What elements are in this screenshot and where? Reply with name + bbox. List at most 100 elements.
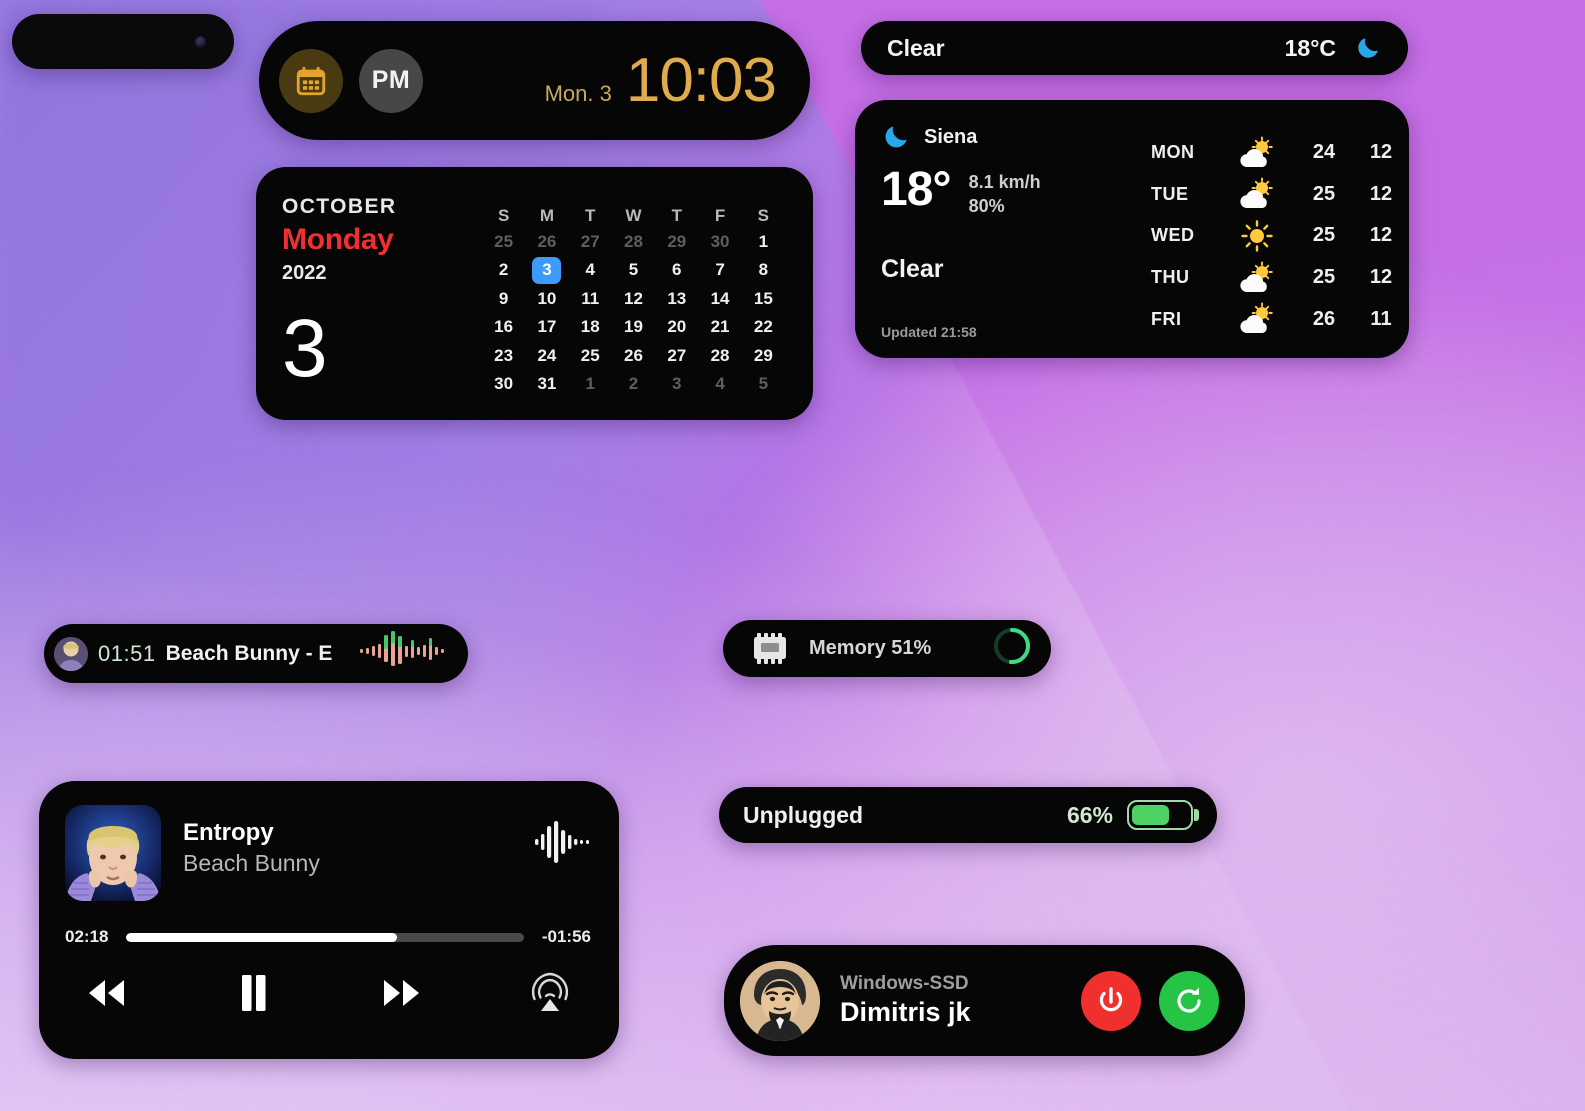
calendar-day-cell[interactable]: 27 [569, 228, 612, 257]
calendar-day-cell[interactable]: 2 [482, 256, 525, 285]
forecast-day-label: WED [1151, 225, 1195, 246]
music-progress-row[interactable]: 02:18 -01:56 [65, 927, 591, 947]
calendar-day-cell[interactable]: 30 [482, 370, 525, 399]
calendar-icon-button[interactable] [279, 48, 343, 113]
airplay-button[interactable] [515, 969, 585, 1017]
calendar-day-cell[interactable]: 31 [525, 370, 568, 399]
partly-cloudy-icon [1240, 261, 1273, 292]
mini-player-thumbnail [54, 636, 88, 671]
forecast-temperature: 18° [881, 163, 952, 216]
calendar-day-cell[interactable]: 27 [655, 342, 698, 371]
calendar-day-cell[interactable]: 8 [742, 256, 785, 285]
calendar-month-grid[interactable]: S M T W T F S 25 26 27 28 29 30 1 2 3 4 5 6 7 8 9 10 11 12 13 14 15… [482, 199, 785, 400]
calendar-day-cell[interactable]: 24 [525, 342, 568, 371]
audio-spectrum-icon [358, 629, 450, 678]
calendar-day-cell[interactable]: 7 [698, 256, 741, 285]
forecast-row: FRI 26 11 [1151, 298, 1407, 340]
mini-player-widget[interactable]: 01:51 Beach Bunny - E [44, 624, 468, 683]
sun-icon [1221, 219, 1293, 253]
user-name: Dimitris jk [840, 997, 971, 1027]
meridiem-badge[interactable]: PM [359, 48, 423, 113]
calendar-day-cell[interactable]: 12 [612, 285, 655, 314]
clock-widget[interactable]: PM Mon. 3 10:03 [259, 21, 810, 140]
calendar-day-cell[interactable]: 4 [569, 256, 612, 285]
calendar-day-cell[interactable]: 30 [698, 228, 741, 257]
calendar-day-cell[interactable]: 13 [655, 285, 698, 314]
battery-status: Unplugged [743, 801, 864, 828]
calendar-day-cell[interactable]: 16 [482, 313, 525, 342]
mini-player-title: Beach Bunny - E [165, 641, 333, 665]
forecast-meta: 8.1 km/h 80% [969, 166, 1041, 219]
forecast-temp-row: 18° 8.1 km/h 80% [881, 166, 1151, 219]
calendar-icon [296, 66, 326, 95]
forecast-widget[interactable]: Siena 18° 8.1 km/h 80% Clear Updated 21:… [855, 100, 1409, 358]
calendar-day-cell[interactable]: 17 [525, 313, 568, 342]
music-player-widget[interactable]: Entropy Beach Bunny 02:18 -01:56 [39, 781, 619, 1059]
forecast-low: 12 [1369, 182, 1393, 205]
pause-button[interactable] [219, 969, 289, 1017]
fast-forward-button[interactable] [367, 969, 437, 1017]
calendar-day-cell[interactable]: 25 [569, 342, 612, 371]
calendar-day-cell[interactable]: 1 [569, 370, 612, 399]
moon-icon [1358, 38, 1378, 58]
user-avatar[interactable] [740, 960, 820, 1041]
calendar-day-cell[interactable]: 28 [698, 342, 741, 371]
weather-bar-widget[interactable]: Clear 18°C [861, 21, 1408, 75]
forecast-low: 11 [1370, 307, 1392, 330]
power-button[interactable] [1081, 970, 1141, 1031]
calendar-day-cell[interactable]: 3 [525, 256, 568, 285]
session-actions[interactable] [1081, 970, 1219, 1031]
partly-cloudy-icon [1221, 177, 1293, 211]
calendar-day-cell[interactable]: 3 [655, 370, 698, 399]
forecast-high: 25 [1312, 266, 1336, 289]
music-progress-bar[interactable] [126, 932, 524, 942]
forecast-low: 12 [1369, 224, 1393, 247]
rewind-button[interactable] [71, 969, 141, 1017]
battery-icon [1127, 800, 1193, 830]
calendar-day-cell[interactable]: 22 [742, 313, 785, 342]
forecast-row: TUE 25 12 [1151, 174, 1407, 216]
forecast-high: 24 [1312, 141, 1336, 164]
calendar-day-cell[interactable]: 4 [698, 370, 741, 399]
partly-cloudy-icon [1240, 302, 1273, 334]
calendar-day-cell[interactable]: 19 [612, 313, 655, 342]
calendar-day-cell[interactable]: 10 [525, 285, 568, 314]
battery-widget[interactable]: Unplugged 66% [719, 787, 1217, 843]
calendar-day-cell[interactable]: 9 [482, 285, 525, 314]
calendar-day-cell[interactable]: 28 [612, 228, 655, 257]
calendar-day-cell[interactable]: 15 [742, 285, 785, 314]
calendar-day-cell[interactable]: 5 [612, 256, 655, 285]
calendar-day-cell[interactable]: 26 [612, 342, 655, 371]
memory-ring-gauge [991, 625, 1033, 672]
forecast-current: Siena 18° 8.1 km/h 80% Clear Updated 21:… [881, 122, 1151, 341]
music-transport-controls[interactable] [65, 969, 591, 1017]
calendar-day-cell[interactable]: 23 [482, 342, 525, 371]
calendar-day-cell[interactable]: 14 [698, 285, 741, 314]
mini-player-elapsed: 01:51 [98, 640, 156, 666]
calendar-day-cell[interactable]: 26 [525, 228, 568, 257]
battery-readout: 66% [1067, 800, 1193, 830]
user-session-widget[interactable]: Windows-SSD Dimitris jk [724, 945, 1245, 1056]
user-hostname: Windows-SSD [840, 973, 969, 994]
restart-button[interactable] [1159, 970, 1219, 1031]
calendar-day-cell[interactable]: 6 [655, 256, 698, 285]
calendar-day-cell[interactable]: 5 [742, 370, 785, 399]
forecast-wind: 8.1 km/h [968, 172, 1041, 192]
calendar-day-cell[interactable]: 29 [655, 228, 698, 257]
calendar-summary: OCTOBER Monday 2022 3 [282, 195, 482, 400]
calendar-day-cell[interactable]: 11 [569, 285, 612, 314]
calendar-day-cell[interactable]: 29 [742, 342, 785, 371]
forecast-city: Siena [924, 125, 978, 148]
calendar-day-cell[interactable]: 21 [698, 313, 741, 342]
notch-pill-widget[interactable] [12, 14, 234, 69]
calendar-day-cell[interactable]: 1 [742, 228, 785, 257]
user-identity: Windows-SSD Dimitris jk [840, 973, 971, 1028]
calendar-day-cell[interactable]: 20 [655, 313, 698, 342]
fast-forward-icon [384, 980, 419, 1006]
calendar-day-cell[interactable]: 25 [482, 228, 525, 257]
calendar-widget[interactable]: OCTOBER Monday 2022 3 S M T W T F S 25 26 27 28 29 3… [256, 167, 813, 420]
memory-widget[interactable]: Memory 51% [723, 620, 1051, 677]
calendar-day-cell[interactable]: 2 [612, 370, 655, 399]
calendar-year: 2022 [282, 262, 327, 284]
calendar-day-cell[interactable]: 18 [569, 313, 612, 342]
